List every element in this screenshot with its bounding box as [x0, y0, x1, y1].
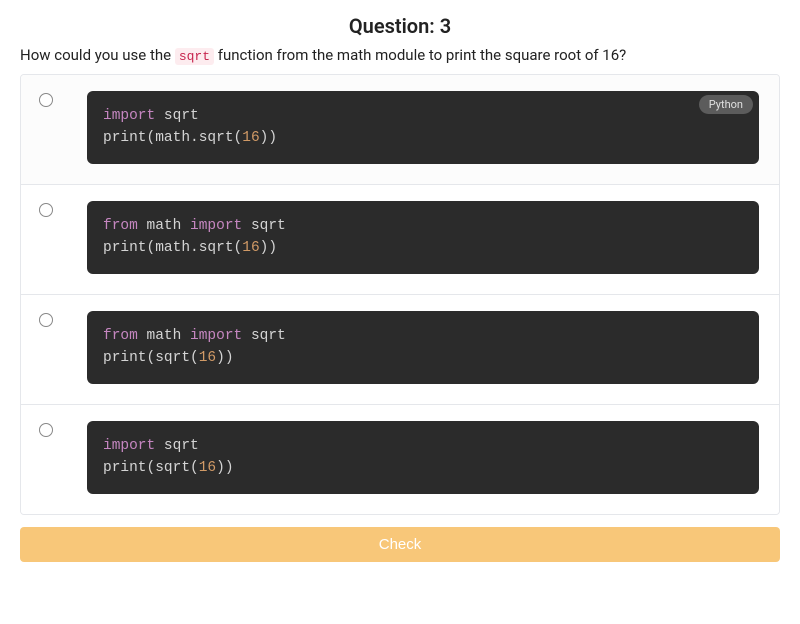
code-block-0: Pythonimport sqrtprint(math.sqrt(16)): [87, 91, 759, 164]
code-content-1: from math import sqrtprint(math.sqrt(16)…: [103, 215, 743, 260]
code-block-3: import sqrtprint(sqrt(16)): [87, 421, 759, 494]
option-2[interactable]: from math import sqrtprint(sqrt(16)): [21, 295, 779, 405]
code-content-0: import sqrtprint(math.sqrt(16)): [103, 105, 743, 150]
radio-3[interactable]: [39, 423, 53, 437]
option-3[interactable]: import sqrtprint(sqrt(16)): [21, 405, 779, 514]
question-text-post: function from the math module to print t…: [218, 46, 627, 64]
radio-0[interactable]: [39, 93, 53, 107]
code-content-2: from math import sqrtprint(sqrt(16)): [103, 325, 743, 370]
question-text: How could you use the sqrt function from…: [20, 46, 780, 64]
options-container: Pythonimport sqrtprint(math.sqrt(16)) fro…: [20, 74, 780, 515]
radio-2[interactable]: [39, 313, 53, 327]
language-badge: Python: [699, 95, 753, 114]
radio-1[interactable]: [39, 203, 53, 217]
question-number: Question: 3: [20, 14, 780, 38]
code-block-1: from math import sqrtprint(math.sqrt(16)…: [87, 201, 759, 274]
check-button[interactable]: Check: [20, 527, 780, 562]
option-1[interactable]: from math import sqrtprint(math.sqrt(16)…: [21, 185, 779, 295]
code-content-3: import sqrtprint(sqrt(16)): [103, 435, 743, 480]
code-block-2: from math import sqrtprint(sqrt(16)): [87, 311, 759, 384]
question-text-pre: How could you use the: [20, 46, 175, 64]
option-0[interactable]: Pythonimport sqrtprint(math.sqrt(16)): [21, 75, 779, 185]
inline-code-sqrt: sqrt: [175, 48, 214, 65]
